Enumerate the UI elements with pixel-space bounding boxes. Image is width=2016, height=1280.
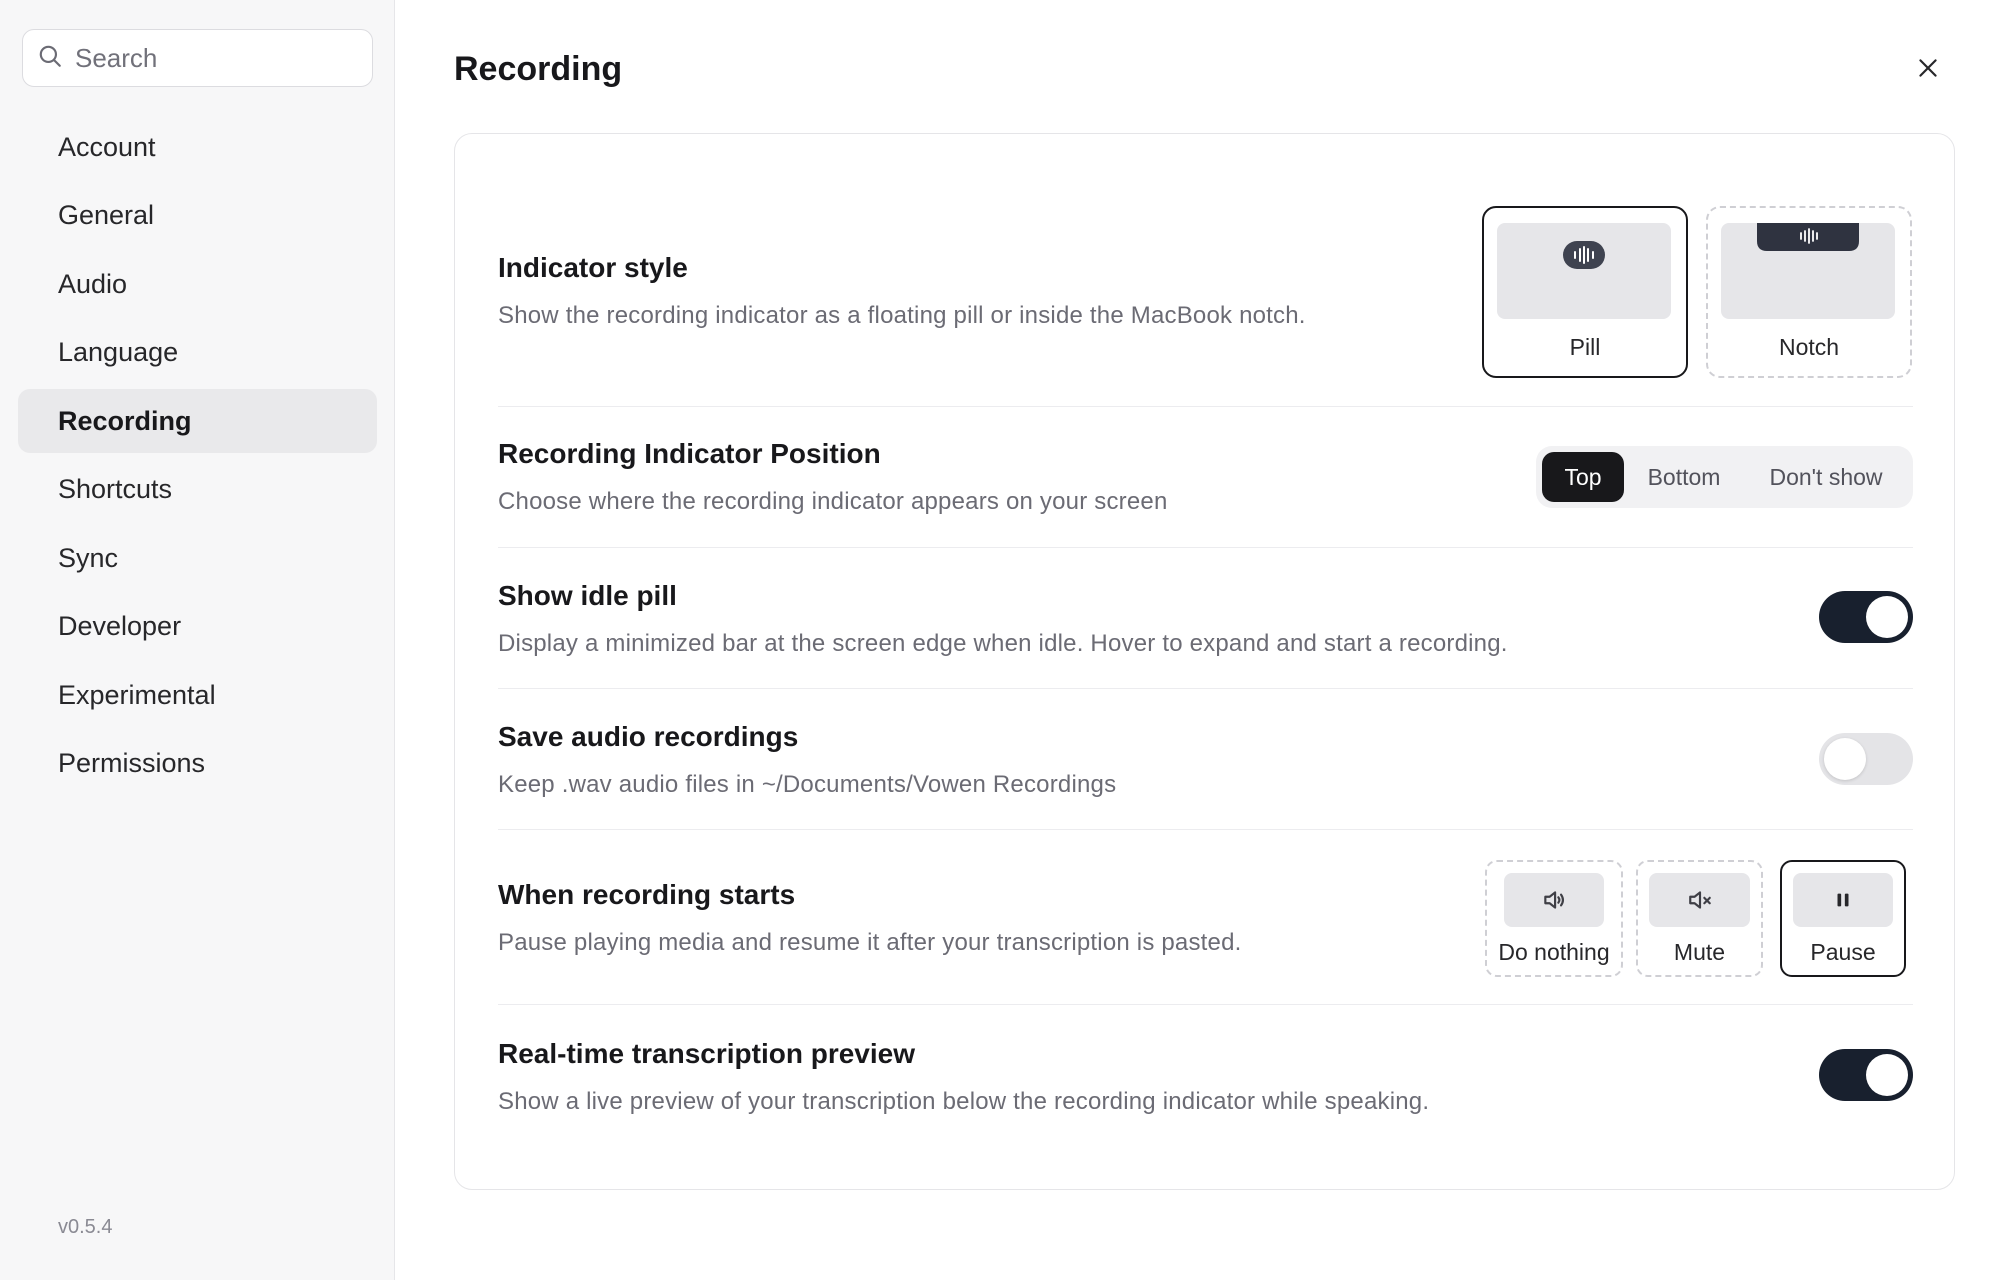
sidebar-item-general[interactable]: General [18,184,377,248]
realtime-preview-row: Real-time transcription preview Show a l… [498,1038,1913,1116]
mute-label: Mute [1673,939,1726,965]
sidebar-item-audio[interactable]: Audio [18,252,377,316]
save-audio-toggle[interactable] [1819,733,1913,785]
pause-icon [1793,873,1893,927]
indicator-position-segmented-control: Top Bottom Don't show [1536,446,1913,508]
indicator-style-title: Indicator style [498,252,688,283]
save-audio-row: Save audio recordings Keep .wav audio fi… [498,721,1913,799]
pause-label: Pause [1810,939,1876,965]
sidebar-item-shortcuts[interactable]: Shortcuts [18,458,377,522]
close-icon [1915,55,1941,86]
notch-preview [1721,223,1895,319]
version-label: v0.5.4 [58,1216,113,1238]
position-top-option[interactable]: Top [1542,452,1624,502]
sidebar-item-experimental[interactable]: Experimental [18,663,377,727]
idle-pill-row: Show idle pill Display a minimized bar a… [498,580,1913,658]
settings-card: Indicator style Show the recording indic… [454,133,1955,1190]
realtime-preview-toggle[interactable] [1819,1049,1913,1101]
position-bottom-option[interactable]: Bottom [1624,452,1744,502]
toggle-knob [1824,738,1866,780]
indicator-style-pill-option[interactable]: Pill [1482,206,1688,378]
sidebar-item-recording[interactable]: Recording [18,389,377,453]
idle-pill-description: Display a minimized bar at the screen ed… [498,630,1508,657]
idle-pill-toggle[interactable] [1819,591,1913,643]
divider [498,1004,1913,1005]
settings-nav: Account General Audio Language Recording… [18,115,377,800]
search-box[interactable] [22,29,373,87]
pill-preview [1497,223,1671,319]
save-audio-title: Save audio recordings [498,721,799,752]
pill-option-label: Pill [1569,334,1601,360]
speaker-mute-icon [1649,873,1750,927]
save-audio-description: Keep .wav audio files in ~/Documents/Vow… [498,771,1117,798]
sidebar-item-language[interactable]: Language [18,321,377,385]
media-do-nothing-option[interactable]: Do nothing [1485,860,1623,977]
realtime-preview-description: Show a live preview of your transcriptio… [498,1088,1430,1115]
sidebar: Account General Audio Language Recording… [0,0,395,1280]
media-pause-option[interactable]: Pause [1780,860,1906,977]
position-dont-show-option[interactable]: Don't show [1744,452,1908,502]
pill-indicator-icon [1563,241,1605,274]
toggle-knob [1866,596,1908,638]
sidebar-item-permissions[interactable]: Permissions [18,732,377,796]
realtime-preview-title: Real-time transcription preview [498,1038,916,1069]
sidebar-item-developer[interactable]: Developer [18,595,377,659]
do-nothing-label: Do nothing [1498,939,1610,965]
notch-option-label: Notch [1778,334,1840,360]
indicator-style-notch-option[interactable]: Notch [1706,206,1912,378]
media-mute-option[interactable]: Mute [1636,860,1763,977]
search-input[interactable] [75,42,355,74]
notch-indicator-icon [1757,223,1859,256]
toggle-knob [1866,1054,1908,1096]
idle-pill-title: Show idle pill [498,580,677,611]
speaker-icon [1504,873,1604,927]
main-panel: Recording Indicator style Show the recor… [396,0,2016,1280]
close-button[interactable] [1908,50,1948,90]
sidebar-item-account[interactable]: Account [18,115,377,179]
divider [498,406,1913,407]
indicator-style-row: Indicator style Show the recording indic… [498,252,1913,330]
divider [498,688,1913,689]
search-icon [37,43,63,74]
sidebar-item-sync[interactable]: Sync [18,526,377,590]
page-title: Recording [454,50,623,88]
divider [498,829,1913,830]
divider [498,547,1913,548]
indicator-style-description: Show the recording indicator as a floati… [498,302,1306,329]
